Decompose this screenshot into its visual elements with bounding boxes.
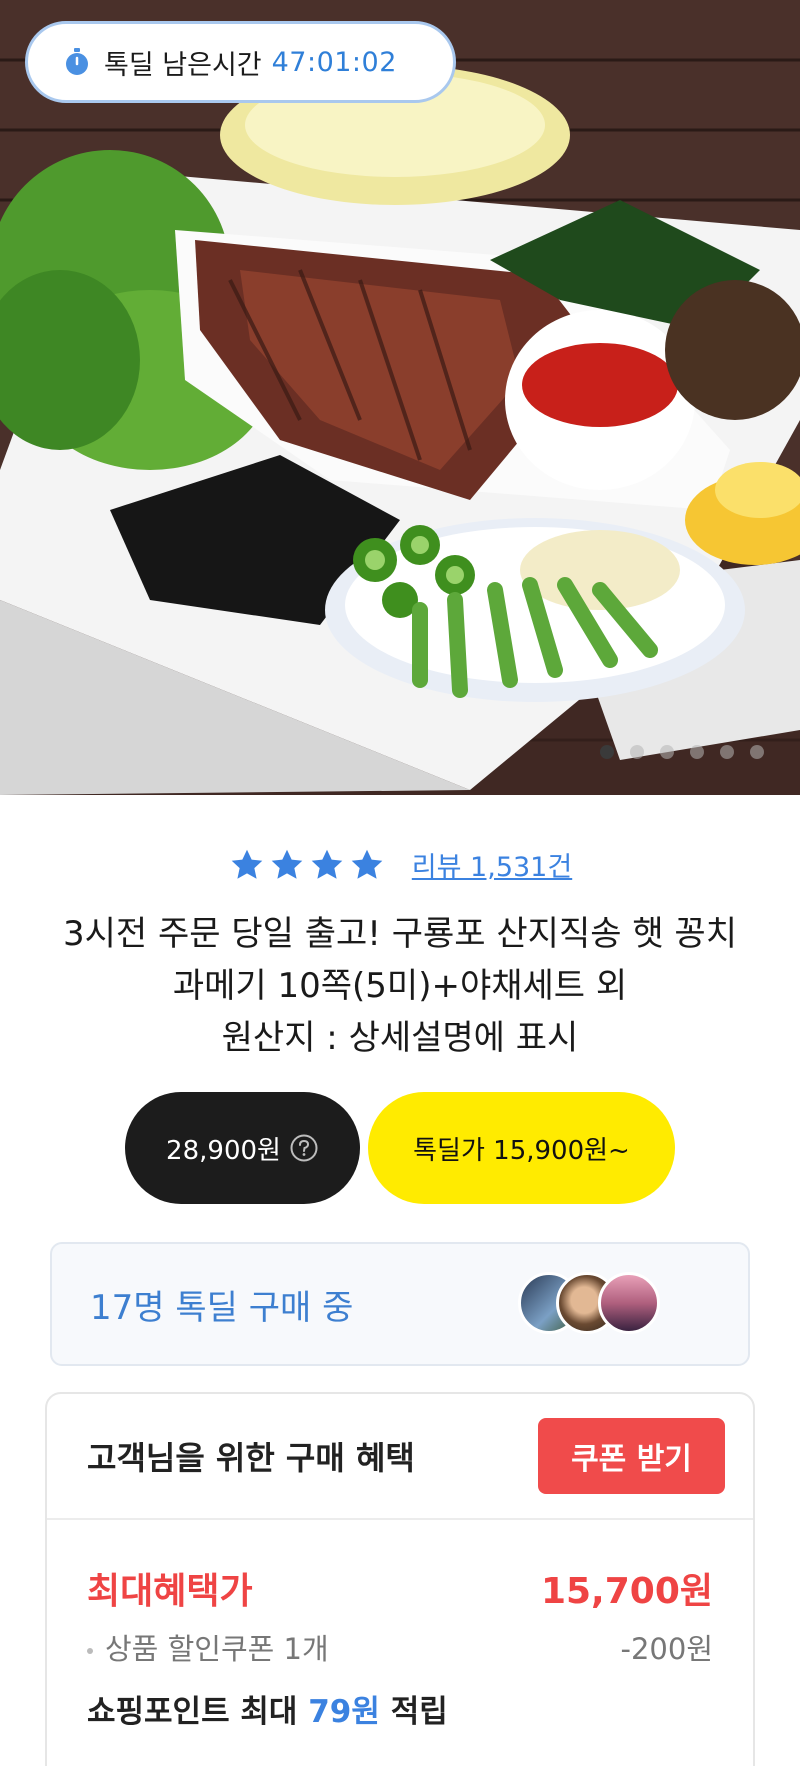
original-price-button[interactable]: 28,900원	[125, 1092, 360, 1204]
carousel-dot[interactable]	[720, 745, 734, 759]
star-icon	[351, 849, 383, 879]
carousel-dot[interactable]	[660, 745, 674, 759]
benefit-header: 고객님을 위한 구매 혜택 쿠폰 받기	[47, 1394, 753, 1520]
max-benefit-label: 최대혜택가	[87, 1571, 253, 1612]
point-suffix: 적립	[390, 1694, 448, 1730]
carousel-dot[interactable]	[750, 745, 764, 759]
deal-timer: 톡딜 남은시간 47:01:02	[25, 21, 456, 103]
benefit-title: 고객님을 위한 구매 혜택	[87, 1439, 415, 1477]
max-benefit-price: 15,700원	[540, 1571, 713, 1612]
shopping-point-row: 쇼핑포인트 최대 79원 적립	[87, 1686, 448, 1731]
deal-price-button[interactable]: 톡딜가 15,900원~	[368, 1092, 675, 1204]
group-buyers-box[interactable]: 17명 톡딜 구매 중	[50, 1242, 750, 1366]
star-icon	[271, 849, 303, 879]
stopwatch-icon	[66, 48, 88, 75]
product-origin: 원산지 : 상세설명에 표시	[221, 1018, 579, 1058]
star-icon	[311, 849, 343, 879]
carousel-indicator	[600, 745, 764, 759]
star-icon	[231, 849, 263, 879]
coupon-item: 상품 할인쿠폰 1개	[105, 1632, 329, 1666]
timer-value: 47:01:02	[271, 46, 397, 78]
product-image-carousel[interactable]: 톡딜 남은시간 47:01:02	[0, 0, 800, 795]
purchase-benefit-card: 고객님을 위한 구매 혜택 쿠폰 받기 최대혜택가 15,700원 상품 할인쿠…	[45, 1392, 755, 1766]
point-prefix: 쇼핑포인트 최대	[87, 1694, 298, 1730]
deal-price: 톡딜가 15,900원~	[413, 1135, 630, 1166]
product-title-line: 과메기 10쪽(5미)+야채세트 외	[172, 966, 628, 1006]
carousel-dot[interactable]	[630, 745, 644, 759]
review-link[interactable]: 리뷰 1,531건	[412, 845, 572, 884]
coupon-row: 상품 할인쿠폰 1개 -200원	[87, 1626, 713, 1668]
buyers-count: 17명 톡딜 구매 중	[90, 1287, 354, 1328]
bullet	[87, 1648, 93, 1654]
timer-label: 톡딜 남은시간	[104, 49, 262, 81]
review-summary: 리뷰 1,531건	[0, 845, 800, 884]
max-benefit-row: 최대혜택가 15,700원	[87, 1562, 713, 1614]
carousel-dot[interactable]	[600, 745, 614, 759]
coupon-discount: -200원	[620, 1632, 714, 1666]
product-title: 3시전 주문 당일 출고! 구룡포 산지직송 햇 꽁치 과메기 10쪽(5미)+…	[0, 908, 800, 1064]
get-coupon-button[interactable]: 쿠폰 받기	[538, 1418, 725, 1494]
question-icon[interactable]	[289, 1133, 319, 1163]
product-photo	[0, 0, 800, 795]
product-title-line: 3시전 주문 당일 출고! 구룡포 산지직송 햇 꽁치	[63, 914, 737, 954]
avatar	[598, 1272, 660, 1334]
rating-stars	[228, 847, 386, 883]
carousel-dot[interactable]	[690, 745, 704, 759]
buyer-avatars	[518, 1272, 660, 1338]
original-price: 28,900원	[166, 1135, 281, 1166]
point-amount: 79원	[308, 1694, 380, 1730]
